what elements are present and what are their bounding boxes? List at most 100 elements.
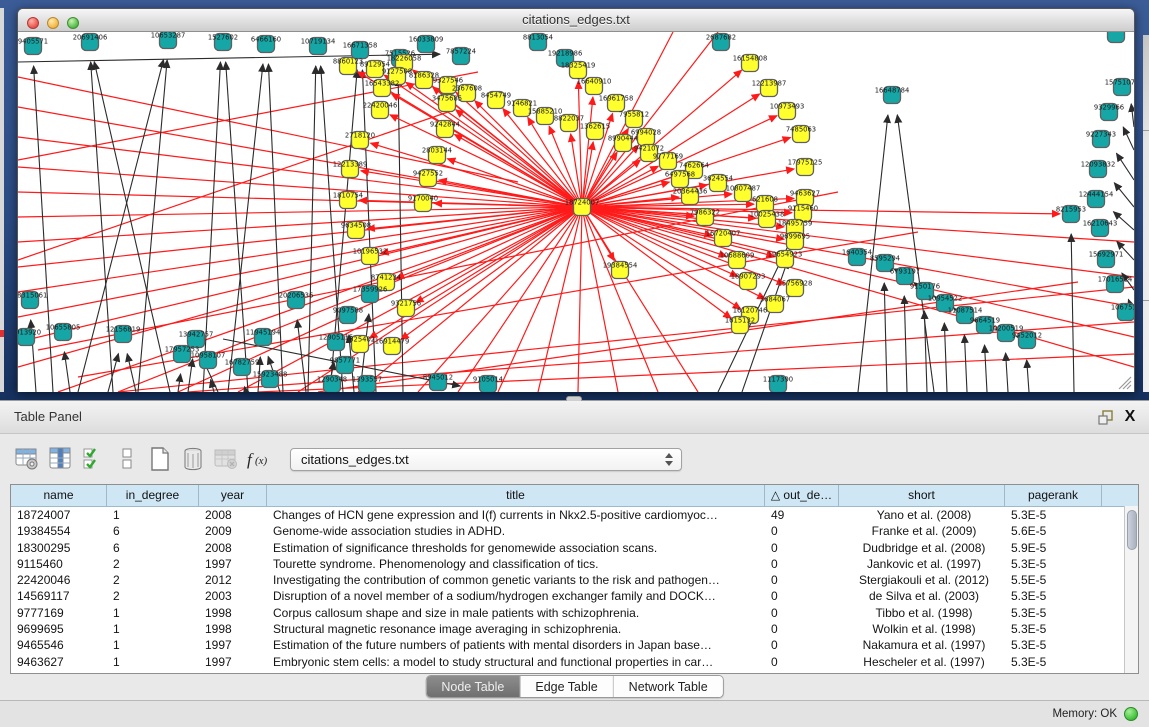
graph-node[interactable]: 16914479 (375, 338, 410, 355)
tab-network-table[interactable]: Network Table (614, 676, 723, 697)
graph-node-label: 16543382 (365, 80, 400, 88)
graph-node[interactable]: 16648784 (875, 87, 910, 104)
cell-name: 9699695 (11, 621, 107, 637)
graph-node-label: 3684067 (760, 296, 790, 304)
graph-node[interactable]: 10688609 (720, 252, 755, 269)
new-table-icon[interactable] (144, 443, 176, 475)
table-row[interactable]: 1456911722003Disruption of a novel membe… (11, 588, 1138, 604)
graph-node[interactable]: 9452012 (1012, 332, 1042, 349)
tab-node-table[interactable]: Node Table (426, 676, 520, 697)
network-canvas[interactable]: 18724007 9405571 20691406 10653287 1527602 64… (18, 32, 1134, 392)
float-window-icon[interactable] (1097, 408, 1115, 426)
graph-node[interactable]: 19654923 (768, 251, 803, 268)
graph-node-label: 1117390 (763, 376, 793, 384)
column-header-name[interactable]: name (11, 485, 107, 506)
graph-node[interactable]: 12213987 (752, 80, 787, 97)
table-row[interactable]: 977716911998Corpus callosum shape and si… (11, 605, 1138, 621)
column-header-in_degree[interactable]: in_degree (107, 485, 199, 506)
table-row[interactable]: 2242004622012Investigating the contribut… (11, 572, 1138, 588)
table-row[interactable]: 1938455462009Genome-wide association stu… (11, 523, 1138, 539)
graph-node[interactable]: 18325419 (561, 62, 596, 79)
graph-node[interactable]: 10196532 (353, 248, 388, 265)
graph-node[interactable]: 10655805 (46, 324, 81, 341)
graph-node[interactable]: 17975125 (788, 159, 823, 176)
graph-node-label: 6466160 (251, 36, 281, 44)
graph-node[interactable]: 7485063 (786, 126, 816, 143)
table-toolbar: f(x) citations_edges.txt (12, 441, 682, 477)
cell-title: Changes of HCN gene expression and I(f) … (267, 507, 765, 523)
graph-node[interactable]: 9329966 (1094, 104, 1124, 121)
graph-node[interactable]: 10719134 (301, 38, 336, 55)
graph-node[interactable]: 15751074 (1105, 79, 1134, 96)
delete-table-icon[interactable] (177, 443, 209, 475)
graph-node-label: 18724007 (565, 199, 600, 207)
graph-node[interactable]: 1112058 (1101, 32, 1131, 43)
select-columns-icon[interactable] (78, 443, 110, 475)
tab-edge-table[interactable]: Edge Table (520, 676, 613, 697)
graph-node[interactable]: 16640910 (577, 78, 612, 95)
import-table-icon[interactable] (210, 443, 242, 475)
graph-node[interactable]: 10653287 (151, 32, 186, 49)
graph-node[interactable]: 16210643 (1083, 220, 1118, 237)
function-builder-icon[interactable]: f(x) (243, 443, 275, 475)
graph-node[interactable]: 1067533 (1111, 304, 1134, 321)
cell-year: 1997 (199, 637, 267, 653)
vertical-scrollbar[interactable] (1124, 506, 1138, 673)
graph-node[interactable]: 12093832 (1081, 161, 1116, 178)
column-header-year[interactable]: year (199, 485, 267, 506)
table-row[interactable]: 946362711997Embryonic stem cells: a mode… (11, 654, 1138, 670)
graph-node[interactable]: 7857224 (446, 48, 476, 65)
graph-node[interactable]: 2803144 (422, 147, 452, 164)
memory-ok-indicator[interactable] (1124, 707, 1138, 721)
row-height-icon[interactable] (111, 443, 143, 475)
close-panel-icon[interactable]: X (1121, 408, 1139, 426)
citation-network-graph[interactable]: 18724007 9405571 20691406 10653287 1527602 64… (18, 32, 1134, 392)
table-selector-dropdown[interactable]: citations_edges.txt (290, 448, 682, 471)
graph-node[interactable]: 17359926 (353, 286, 388, 303)
column-header-pagerank[interactable]: pagerank (1005, 485, 1102, 506)
graph-node[interactable]: 18315061 (18, 292, 47, 309)
graph-node-label: 17975125 (788, 159, 823, 167)
table-settings-icon[interactable] (12, 443, 44, 475)
graph-node[interactable]: 7955812 (619, 111, 649, 128)
graph-node[interactable]: 7986322 (690, 209, 720, 226)
graph-node[interactable]: 16154808 (733, 55, 768, 72)
graph-node-label: 9857771 (330, 357, 360, 365)
column-header-title[interactable]: title (267, 485, 765, 506)
graph-node[interactable]: 6466160 (251, 36, 281, 53)
column-header-short[interactable]: short (839, 485, 1005, 506)
graph-node[interactable]: 3475685 (432, 95, 462, 112)
graph-node[interactable]: 15692971 (1089, 251, 1124, 268)
graph-node[interactable]: 1362615 (580, 123, 610, 140)
table-row[interactable]: 911546021997Tourette syndrome. Phenomeno… (11, 556, 1138, 572)
graph-node[interactable]: 15756928 (778, 280, 813, 297)
graph-node[interactable]: 1527602 (208, 34, 238, 51)
graph-node[interactable]: 1640354 (842, 249, 872, 266)
graph-node[interactable]: 8813054 (523, 34, 553, 51)
table-columns-icon[interactable] (45, 443, 77, 475)
graph-node[interactable]: 20691406 (73, 34, 108, 51)
scrollbar-thumb[interactable] (1127, 510, 1137, 550)
graph-node-label: 18315061 (18, 292, 47, 300)
graph-node[interactable]: 18907293 (731, 273, 766, 290)
table-row[interactable]: 969969511998Structural magnetic resonanc… (11, 621, 1138, 637)
cell-in_degree: 2 (107, 588, 199, 604)
graph-node[interactable]: 8215953 (1056, 206, 1086, 223)
network-window: citations_edges.txt 18724007 9405571 20691… (17, 8, 1135, 392)
graph-node-label: 16210643 (1083, 220, 1118, 228)
network-window-titlebar[interactable]: citations_edges.txt (18, 9, 1134, 32)
graph-node[interactable]: 9227343 (1086, 131, 1116, 148)
graph-node[interactable]: 12213389 (333, 161, 368, 178)
graph-node-label: 11945194 (246, 329, 281, 337)
table-row[interactable]: 946554611997Estimation of the future num… (11, 637, 1138, 653)
graph-node[interactable]: 10958107 (191, 352, 226, 369)
window-resize-grip[interactable] (1116, 374, 1132, 390)
column-header-out_de[interactable]: △ out_de… (765, 485, 839, 506)
svg-text:f: f (247, 450, 254, 469)
table-row[interactable]: 1872400712008Changes of HCN gene express… (11, 507, 1138, 523)
graph-node[interactable]: 20206536 (279, 292, 314, 309)
table-row[interactable]: 1830029562008Estimation of significance … (11, 540, 1138, 556)
graph-node[interactable]: 16961758 (599, 95, 634, 112)
graph-node[interactable]: 9405571 (18, 38, 48, 55)
graph-node[interactable]: 1117390 (763, 376, 793, 393)
